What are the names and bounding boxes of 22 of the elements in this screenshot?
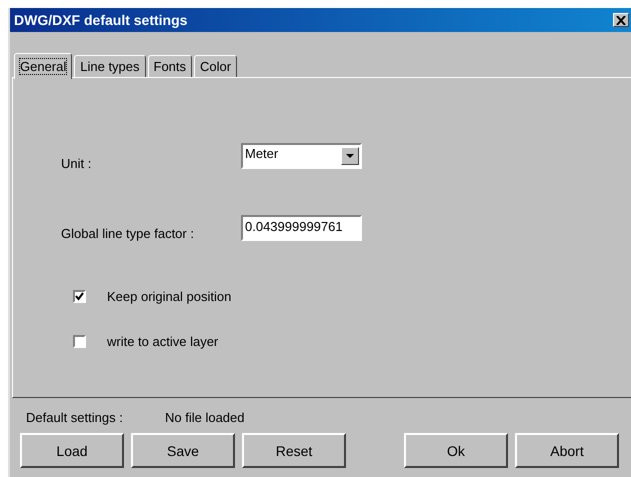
checkbox[interactable]	[73, 290, 86, 302]
tab[interactable]: General	[14, 53, 72, 79]
dialog-button[interactable]: Load	[20, 433, 124, 468]
status-text: No file loaded	[165, 410, 244, 427]
window-title: DWG/DXF default settings	[14, 12, 188, 28]
unit-dropdown[interactable]: Meter	[241, 143, 362, 169]
field-label: Unit :	[61, 156, 92, 170]
checkbox[interactable]	[73, 334, 86, 348]
checkbox-label: write to active layer	[107, 334, 218, 348]
tab[interactable]: Fonts	[148, 55, 192, 77]
close-icon	[616, 16, 626, 24]
close-button[interactable]	[613, 13, 629, 27]
checkbox-label: Keep original position	[107, 288, 232, 304]
dialog-button[interactable]: Save	[131, 433, 235, 468]
tab[interactable]: Line types	[74, 55, 146, 77]
field-label: Global line type factor :	[61, 226, 195, 240]
dialog-button[interactable]: Reset	[242, 433, 346, 468]
dialog-button[interactable]: Ok	[404, 433, 508, 468]
tab[interactable]: Color	[194, 55, 238, 77]
input-field[interactable]: 0.043999999761	[241, 215, 362, 241]
status-label: Default settings :	[26, 410, 124, 427]
dialog-button[interactable]: Abort	[515, 433, 619, 468]
